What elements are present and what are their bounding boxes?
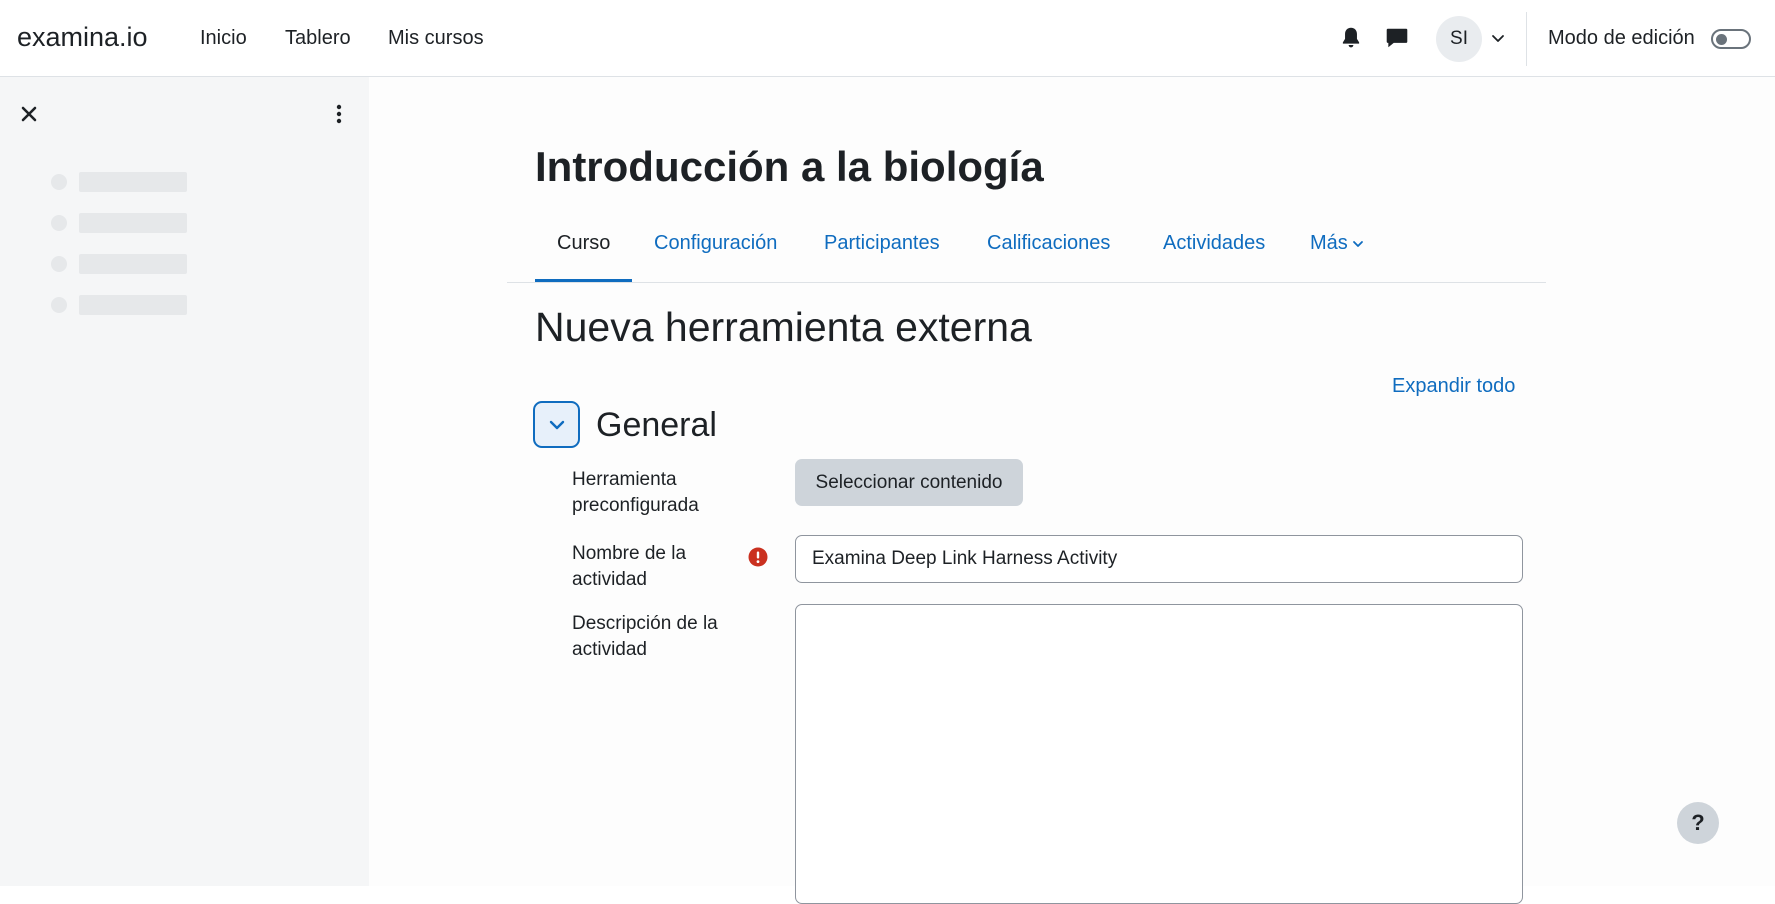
site-brand[interactable]: examina.io bbox=[17, 22, 148, 53]
notifications-bell-icon[interactable] bbox=[1338, 25, 1364, 51]
course-title: Introducción a la biología bbox=[535, 143, 1044, 190]
section-collapse-button[interactable] bbox=[533, 401, 580, 448]
chevron-down-icon bbox=[1352, 240, 1363, 247]
section-title-general: General bbox=[596, 406, 717, 444]
tab-mas-label: Más bbox=[1310, 232, 1348, 254]
tab-curso[interactable]: Curso bbox=[557, 232, 610, 255]
course-index-drawer bbox=[0, 77, 369, 886]
tab-configuracion[interactable]: Configuración bbox=[654, 232, 777, 255]
navbar-divider bbox=[1526, 12, 1527, 66]
activity-name-field[interactable]: Examina Deep Link Harness Activity bbox=[795, 535, 1523, 583]
activity-description-label: Descripción de la actividad bbox=[572, 613, 718, 660]
tab-participantes[interactable]: Participantes bbox=[824, 232, 940, 255]
nav-link-mis-cursos[interactable]: Mis cursos bbox=[388, 27, 484, 50]
nav-link-inicio[interactable]: Inicio bbox=[200, 27, 247, 50]
user-menu-chevron-down-icon[interactable] bbox=[1490, 30, 1506, 46]
select-content-button[interactable]: Seleccionar contenido bbox=[795, 459, 1023, 506]
required-exclamation-icon bbox=[748, 547, 768, 567]
secondary-nav-divider bbox=[507, 282, 1546, 283]
user-avatar[interactable]: SI bbox=[1436, 16, 1482, 62]
close-icon[interactable] bbox=[18, 103, 40, 125]
help-button[interactable]: ? bbox=[1677, 802, 1719, 844]
chevron-down-icon bbox=[549, 420, 564, 429]
page-heading: Nueva herramienta externa bbox=[535, 304, 1032, 350]
expand-all-link[interactable]: Expandir todo bbox=[1392, 375, 1515, 398]
top-navbar: examina.io Inicio Tablero Mis cursos SI … bbox=[0, 0, 1775, 77]
nav-link-tablero[interactable]: Tablero bbox=[285, 27, 351, 50]
tab-actividades[interactable]: Actividades bbox=[1163, 232, 1265, 255]
preconfigured-tool-label: Herramienta preconfigurada bbox=[572, 469, 699, 516]
kebab-menu-icon[interactable] bbox=[329, 103, 349, 125]
tab-calificaciones[interactable]: Calificaciones bbox=[987, 232, 1110, 255]
messages-chat-icon[interactable] bbox=[1384, 25, 1410, 51]
tab-mas[interactable]: Más bbox=[1310, 232, 1364, 255]
edit-mode-label: Modo de edición bbox=[1548, 27, 1695, 49]
edit-mode-toggle-knob bbox=[1716, 34, 1727, 45]
edit-mode-toggle[interactable] bbox=[1711, 29, 1751, 49]
activity-name-label: Nombre de la actividad bbox=[572, 543, 687, 590]
activity-description-textarea[interactable] bbox=[795, 604, 1523, 904]
